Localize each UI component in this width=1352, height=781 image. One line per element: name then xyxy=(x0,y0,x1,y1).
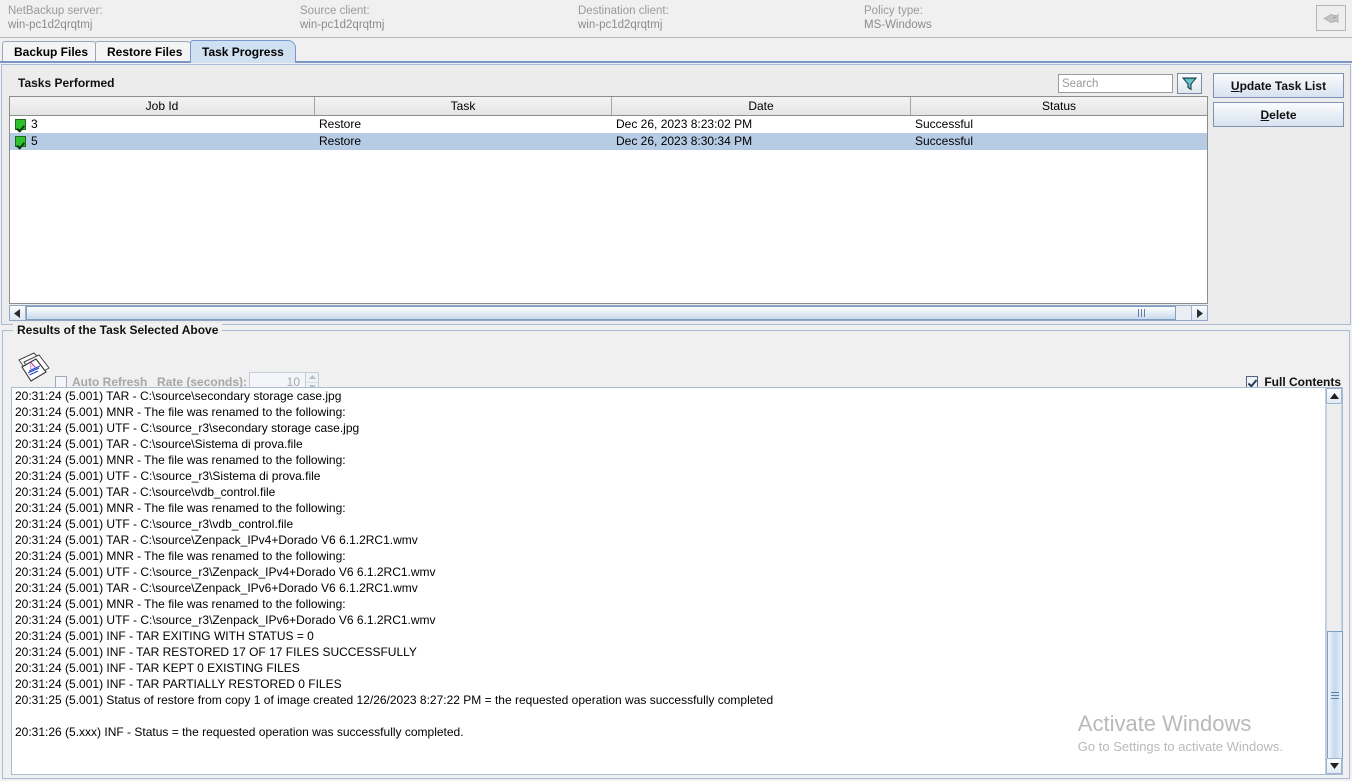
log-line: 20:31:24 (5.001) UTF - C:\source_r3\Zenp… xyxy=(15,613,436,627)
triangle-down-icon xyxy=(1329,763,1339,769)
cell-job-id-text: 5 xyxy=(31,134,38,148)
search-input[interactable] xyxy=(1058,74,1173,93)
tab-backup-files[interactable]: Backup Files xyxy=(2,41,101,62)
results-log-text[interactable]: 20:31:24 (5.001) TAR - C:\source\seconda… xyxy=(12,388,1325,774)
results-log-vertical-scrollbar[interactable] xyxy=(1325,388,1343,774)
cell-job-id: 5 xyxy=(10,133,315,150)
triangle-up-icon xyxy=(308,375,316,380)
log-line: 20:31:24 (5.001) INF - TAR RESTORED 17 O… xyxy=(15,645,417,659)
header-label: Source client: xyxy=(300,5,370,17)
log-line: 20:31:24 (5.001) INF - TAR EXITING WITH … xyxy=(15,629,314,643)
tasks-performed-title: Tasks Performed xyxy=(18,76,115,90)
fish-icon-button[interactable] xyxy=(1316,5,1346,31)
column-header-job-id[interactable]: Job Id xyxy=(10,97,315,115)
log-line: 20:31:24 (5.001) MNR - The file was rena… xyxy=(15,405,346,419)
header-field-netbackup-server: NetBackup server: win-pc1d2qrqtmj xyxy=(8,4,103,33)
tasks-table-header: Job Id Task Date Status xyxy=(10,97,1207,116)
log-line: 20:31:24 (5.001) TAR - C:\source\seconda… xyxy=(15,389,342,403)
log-line: 20:31:24 (5.001) MNR - The file was rena… xyxy=(15,549,346,563)
grip-icon xyxy=(1138,309,1145,317)
cell-date: Dec 26, 2023 8:23:02 PM xyxy=(616,117,753,131)
header-field-destination-client: Destination client: win-pc1d2qrqtmj xyxy=(578,4,669,33)
tasks-performed-panel: Tasks Performed Update Task List Delete … xyxy=(1,64,1351,325)
info-header: NetBackup server: win-pc1d2qrqtmj Source… xyxy=(0,0,1352,38)
row-check-icon[interactable] xyxy=(15,136,26,147)
cell-date: Dec 26, 2023 8:30:34 PM xyxy=(616,134,753,148)
log-line: 20:31:24 (5.001) TAR - C:\source\Sistema… xyxy=(15,437,303,451)
cell-status: Successful xyxy=(915,117,974,131)
row-check-icon[interactable] xyxy=(15,119,26,130)
log-line: 20:31:24 (5.001) INF - TAR PARTIALLY RES… xyxy=(15,677,342,691)
cell-task: Restore xyxy=(319,117,362,131)
update-task-list-accel: U xyxy=(1230,78,1240,93)
funnel-filter-icon xyxy=(1182,77,1197,90)
header-value: win-pc1d2qrqtmj xyxy=(300,19,385,31)
tab-task-progress[interactable]: Task Progress xyxy=(190,40,296,63)
scroll-track[interactable] xyxy=(26,306,1191,320)
cell-status: Successful xyxy=(915,134,974,148)
scroll-thumb[interactable] xyxy=(1327,631,1343,759)
delete-button[interactable]: Delete xyxy=(1213,102,1344,127)
grip-icon xyxy=(1331,691,1339,699)
results-panel-title: Results of the Task Selected Above xyxy=(13,323,223,337)
header-label: Policy type: xyxy=(864,5,923,17)
scroll-down-arrow-icon[interactable] xyxy=(1326,758,1342,774)
log-line: 20:31:24 (5.001) TAR - C:\source\Zenpack… xyxy=(15,581,418,595)
delete-label-rest: elete xyxy=(1269,107,1297,122)
table-row[interactable]: 5 Restore Dec 26, 2023 8:30:34 PM Succes… xyxy=(10,133,1207,150)
update-task-list-button[interactable]: Update Task List xyxy=(1213,73,1344,98)
log-line: 20:31:24 (5.001) MNR - The file was rena… xyxy=(15,597,346,611)
log-line: 20:31:24 (5.001) MNR - The file was rena… xyxy=(15,501,346,515)
scroll-left-arrow-icon[interactable] xyxy=(10,306,26,320)
tasks-table-horizontal-scrollbar[interactable] xyxy=(9,305,1208,321)
log-line: 20:31:24 (5.001) UTF - C:\source_r3\seco… xyxy=(15,421,360,435)
log-line: 20:31:24 (5.001) UTF - C:\source_r3\Sist… xyxy=(15,469,321,483)
search-area xyxy=(1058,73,1202,94)
results-log-box: 20:31:24 (5.001) TAR - C:\source\seconda… xyxy=(11,387,1343,775)
scroll-right-arrow-icon[interactable] xyxy=(1191,306,1207,320)
column-header-task[interactable]: Task xyxy=(315,97,612,115)
tab-bar: Backup Files Restore Files Task Progress xyxy=(0,39,1352,63)
scroll-up-arrow-icon[interactable] xyxy=(1326,388,1342,404)
triangle-left-icon xyxy=(14,308,20,318)
results-panel: Results of the Task Selected Above A Aut… xyxy=(2,323,1350,779)
spinner-up-arrow-icon[interactable] xyxy=(306,373,318,383)
triangle-right-icon xyxy=(1197,308,1203,318)
log-line: 20:31:24 (5.001) UTF - C:\source_r3\vdb_… xyxy=(15,517,294,531)
fish-icon xyxy=(1323,13,1339,23)
documents-icon: A xyxy=(15,350,53,389)
cell-job-id-text: 3 xyxy=(31,117,38,131)
scroll-thumb[interactable] xyxy=(26,306,1176,320)
tab-restore-files[interactable]: Restore Files xyxy=(95,41,195,62)
log-line: 20:31:24 (5.001) MNR - The file was rena… xyxy=(15,453,346,467)
triangle-up-icon xyxy=(1329,393,1339,399)
header-value: win-pc1d2qrqtmj xyxy=(8,19,93,31)
header-field-policy-type: Policy type: MS-Windows xyxy=(864,4,932,33)
column-header-date[interactable]: Date xyxy=(612,97,911,115)
header-value: win-pc1d2qrqtmj xyxy=(578,19,663,31)
header-label: NetBackup server: xyxy=(8,5,103,17)
delete-accel: D xyxy=(1260,107,1270,122)
scroll-track[interactable] xyxy=(1326,405,1343,759)
cell-job-id: 3 xyxy=(10,116,315,133)
log-line: 20:31:24 (5.001) TAR - C:\source\Zenpack… xyxy=(15,533,418,547)
log-line: 20:31:24 (5.001) UTF - C:\source_r3\Zenp… xyxy=(15,565,436,579)
log-line: 20:31:25 (5.001) Status of restore from … xyxy=(15,693,774,707)
header-label: Destination client: xyxy=(578,5,669,17)
documents-icon-svg: A xyxy=(18,352,50,382)
log-line: 20:31:24 (5.001) INF - TAR KEPT 0 EXISTI… xyxy=(15,661,300,675)
filter-button[interactable] xyxy=(1177,73,1202,94)
log-line: 20:31:24 (5.001) TAR - C:\source\vdb_con… xyxy=(15,485,276,499)
table-row[interactable]: 3 Restore Dec 26, 2023 8:23:02 PM Succes… xyxy=(10,116,1207,133)
cell-task: Restore xyxy=(319,134,362,148)
header-value: MS-Windows xyxy=(864,19,932,31)
column-header-status[interactable]: Status xyxy=(911,97,1207,115)
results-toolbar: A Auto Refresh Rate (seconds): 10 Full C… xyxy=(3,347,1349,392)
tasks-table: Job Id Task Date Status 3 Restore Dec 26… xyxy=(9,96,1208,304)
log-line: 20:31:26 (5.xxx) INF - Status = the requ… xyxy=(15,725,464,739)
update-task-list-label-rest: pdate Task List xyxy=(1239,78,1327,93)
header-field-source-client: Source client: win-pc1d2qrqtmj xyxy=(300,4,384,33)
